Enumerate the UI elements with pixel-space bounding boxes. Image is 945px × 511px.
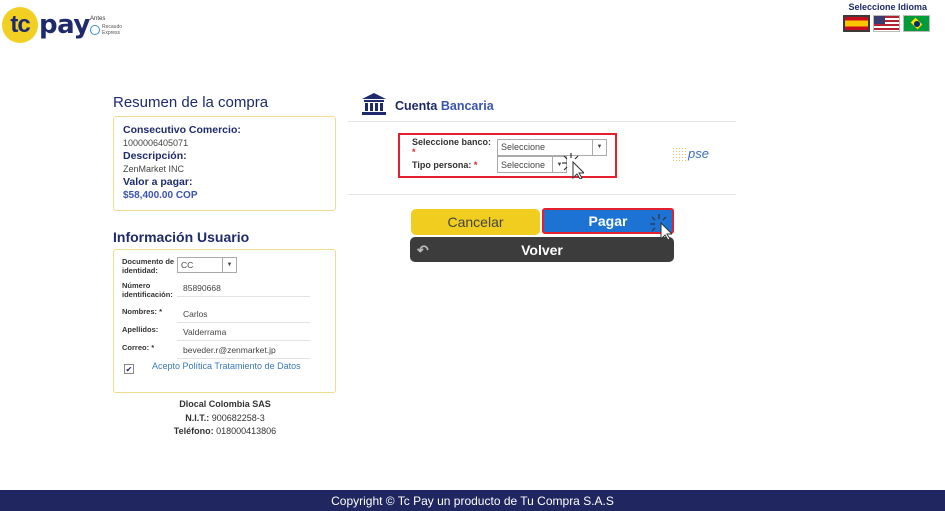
valor-label: Valor a pagar: xyxy=(123,176,193,188)
nit-label: N.I.T.: xyxy=(185,412,210,423)
antes-recaudo-badge: Antes Recaudo Express xyxy=(90,16,130,36)
persona-row: Tipo persona: * Seleccione ▼ xyxy=(412,156,567,173)
banco-select[interactable]: Seleccione ▼ xyxy=(497,138,607,156)
language-label: Seleccione Idioma xyxy=(848,2,927,12)
usa-flag-icon[interactable] xyxy=(873,15,900,32)
cancel-button[interactable]: Cancelar xyxy=(411,209,540,235)
footer: Copyright © Tc Pay un producto de Tu Com… xyxy=(0,490,945,511)
click-cursor-icon xyxy=(562,153,584,179)
back-arrow-icon: ↶ xyxy=(417,242,429,258)
required-mark: * xyxy=(151,343,155,352)
company-info: Dlocal Colombia SAS N.I.T.: 900682258-3 … xyxy=(150,398,300,439)
banco-label: Seleccione banco: xyxy=(412,137,492,147)
banco-select-value: Seleccione xyxy=(501,142,546,152)
spain-flag-icon[interactable] xyxy=(843,15,870,32)
back-button-label: Volver xyxy=(521,241,563,258)
user-info-box: Documento de identidad: CC ▼ Número iden… xyxy=(113,249,336,393)
bank-title-part2: Bancaria xyxy=(440,99,494,113)
policy-row: ✔ Acepto Política Tratamiento de Datos xyxy=(124,360,302,374)
tcpay-logo[interactable]: tc pay xyxy=(2,7,90,43)
tel-label: Teléfono: xyxy=(173,426,214,436)
apellidos-field[interactable]: Valderrama xyxy=(177,325,310,341)
policy-link[interactable]: Acepto Política Tratamiento de Datos xyxy=(152,360,302,373)
language-selector: Seleccione Idioma xyxy=(843,2,930,32)
apellidos-row: Apellidos: Valderrama xyxy=(122,325,310,341)
recaudo-express-icon xyxy=(90,25,100,35)
chevron-down-icon: ▼ xyxy=(222,258,236,272)
pse-logo: pse xyxy=(672,146,709,161)
logo-pay-text: pay xyxy=(39,10,90,40)
numero-field[interactable]: 85890668 xyxy=(177,281,310,297)
bank-icon xyxy=(362,93,386,115)
pse-dots-icon xyxy=(672,146,686,161)
chevron-down-icon: ▼ xyxy=(592,139,606,155)
bank-form-highlight: Seleccione banco: * Seleccione ▼ Tipo pe… xyxy=(398,133,617,178)
user-info-title: Información Usuario xyxy=(113,229,250,245)
logo-tc-circle: tc xyxy=(2,7,38,43)
descripcion-label: Descripción: xyxy=(123,150,187,162)
required-mark: * xyxy=(473,159,478,170)
purchase-summary-box: Consecutivo Comercio: 1000006405071 Desc… xyxy=(113,116,336,211)
doc-label: Documento de identidad: xyxy=(122,257,175,275)
valor-value: $58,400.00 COP xyxy=(123,190,198,201)
tel-value: 018000413806 xyxy=(216,426,277,436)
divider xyxy=(348,194,736,195)
bank-title-part1: Cuenta xyxy=(395,99,438,113)
persona-select-value: Seleccione xyxy=(501,159,546,170)
brazil-flag-icon[interactable] xyxy=(903,15,930,32)
pse-label: pse xyxy=(688,146,709,161)
consecutivo-label: Consecutivo Comercio: xyxy=(123,124,241,136)
numero-label: Número identificación: xyxy=(122,281,173,299)
numero-row: Número identificación: 85890668 xyxy=(122,281,310,299)
copyright-text: Copyright © Tc Pay un producto de Tu Com… xyxy=(331,493,614,508)
summary-title: Resumen de la compra xyxy=(113,94,269,111)
nombres-field[interactable]: Carlos xyxy=(177,307,310,323)
bank-title: Cuenta Bancaria xyxy=(395,99,494,113)
nit-value: 900682258-3 xyxy=(211,412,265,423)
back-button[interactable]: ↶ Volver xyxy=(410,237,674,262)
divider xyxy=(348,121,736,122)
recaudo-express-label: Recaudo Express xyxy=(102,24,123,36)
doc-type-value: CC xyxy=(181,260,194,270)
persona-label: Tipo persona: xyxy=(412,159,472,170)
apellidos-label: Apellidos: xyxy=(122,325,159,334)
correo-label: Correo: xyxy=(122,343,150,352)
antes-label: Antes xyxy=(90,16,106,22)
persona-select[interactable]: Seleccione ▼ xyxy=(497,156,567,173)
header: tc pay Antes Recaudo Express Seleccione … xyxy=(0,0,945,50)
doc-row: Documento de identidad: CC ▼ xyxy=(122,257,310,275)
descripcion-value: ZenMarket INC xyxy=(123,164,185,174)
correo-field[interactable]: beveder.r@zenmarket.jp xyxy=(177,343,310,359)
policy-checkbox[interactable]: ✔ xyxy=(124,364,134,374)
nombres-row: Nombres: * Carlos xyxy=(122,307,310,323)
doc-type-select[interactable]: CC ▼ xyxy=(177,257,237,273)
click-cursor-icon xyxy=(650,214,672,240)
correo-row: Correo: * beveder.r@zenmarket.jp xyxy=(122,343,310,359)
consecutivo-value: 1000006405071 xyxy=(123,138,189,148)
required-mark: * xyxy=(159,307,163,316)
company-name: Dlocal Colombia SAS xyxy=(179,399,271,409)
nombres-label: Nombres: xyxy=(122,307,158,316)
